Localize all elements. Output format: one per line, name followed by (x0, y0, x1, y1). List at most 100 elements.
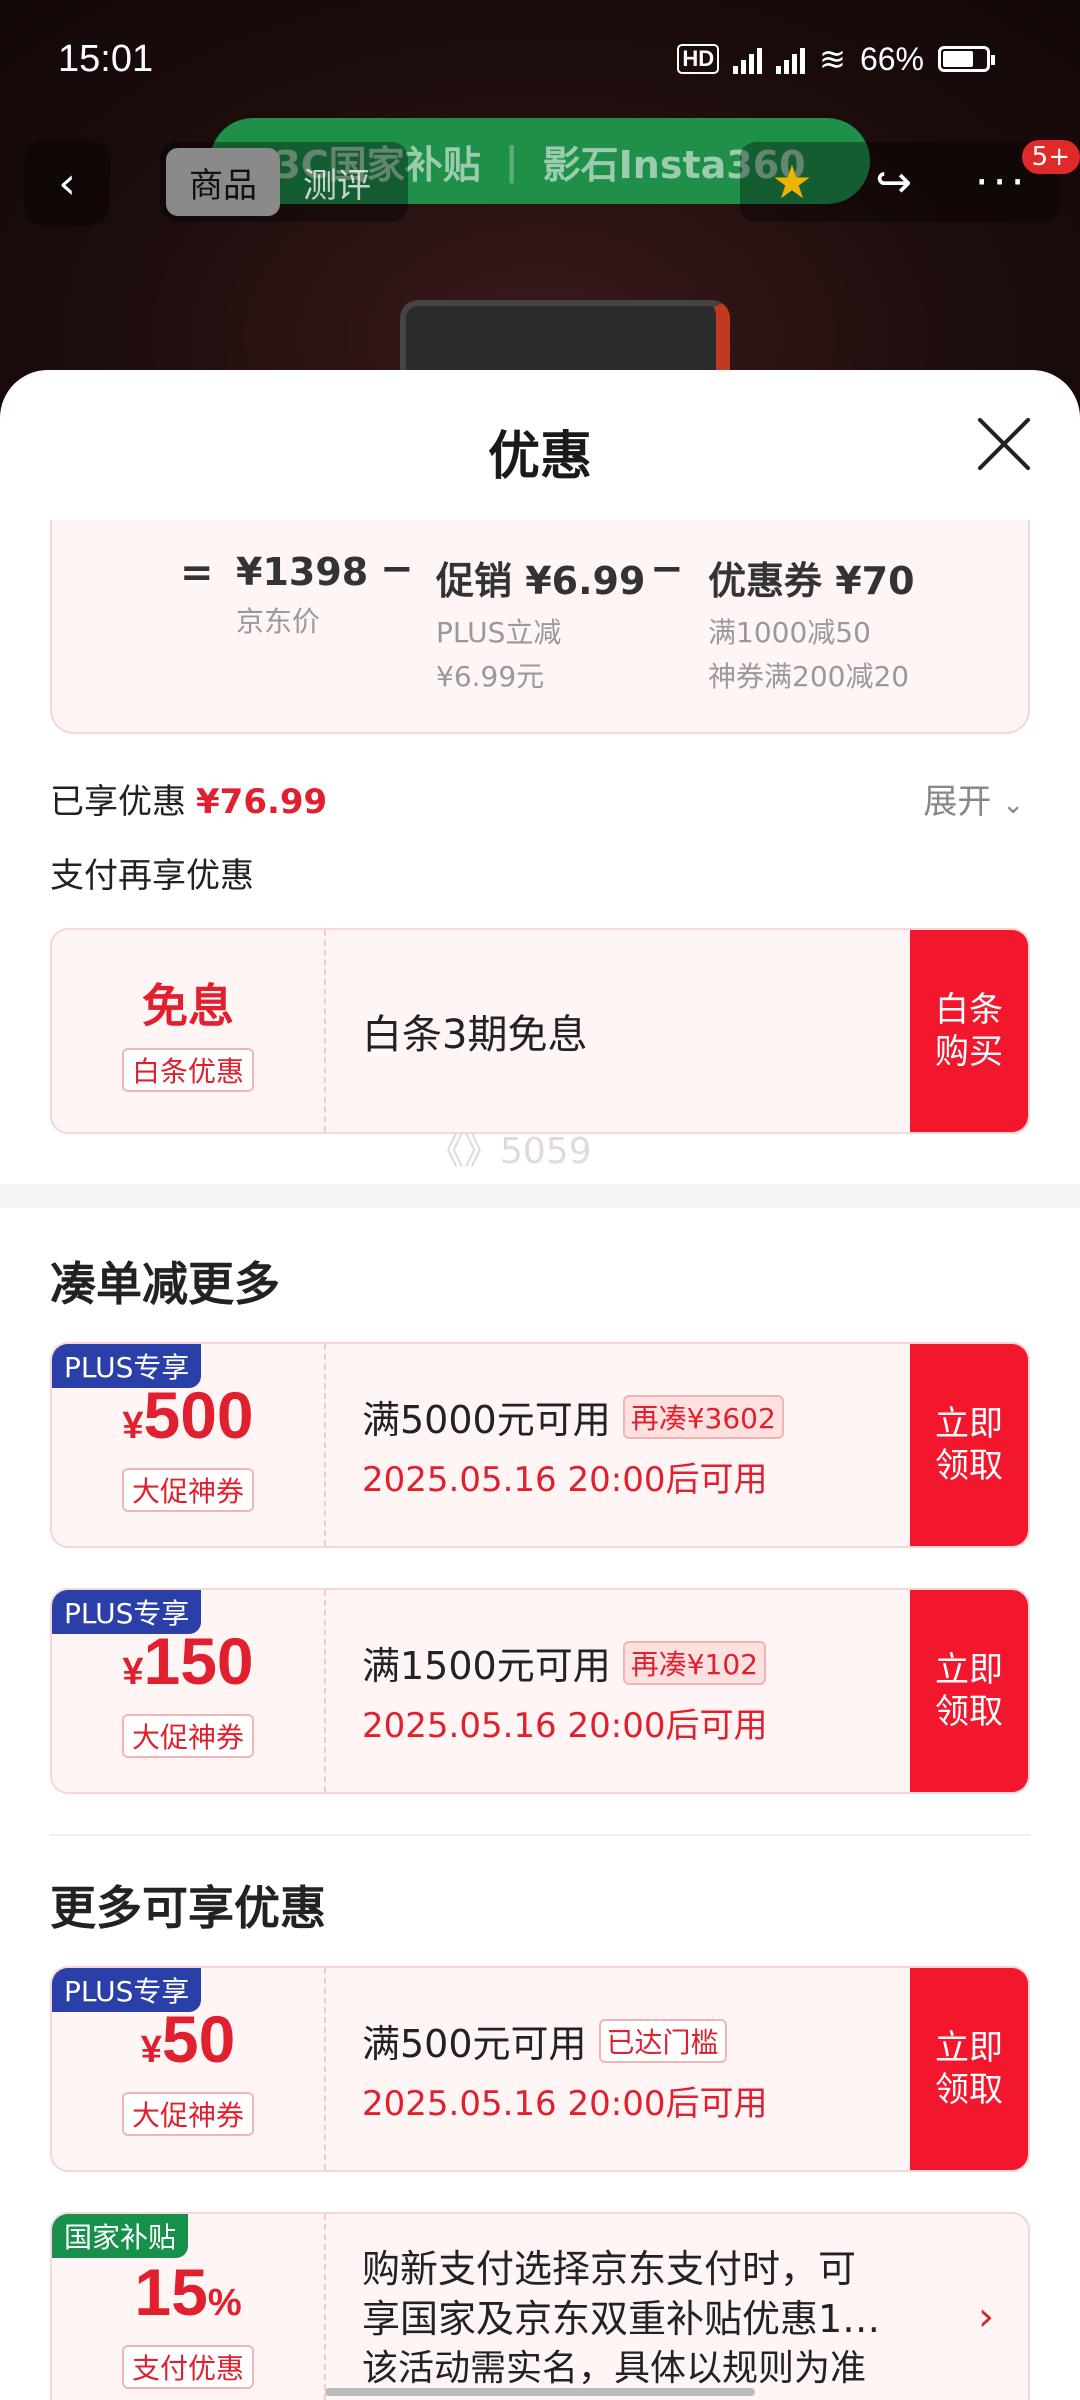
coupon-value: 150 (143, 1623, 254, 1698)
calc-promo-label: PLUS立减 (436, 616, 562, 649)
coupon-tag: 大促神券 (121, 1713, 254, 1758)
coupon-tag: 大促神券 (121, 2091, 254, 2136)
coupon-value: 500 (143, 1377, 254, 1452)
claim-button[interactable]: 立即领取 (910, 1344, 1028, 1546)
subsidy-line-2: 享国家及京东双重补贴优惠1… (362, 2297, 881, 2341)
coupon-left: ¥50 大促神券 (52, 1968, 326, 2170)
status-bar: 15:01 HD ≋ 66% (0, 0, 1080, 120)
subsidy-sub-tag: 支付优惠 (121, 2344, 254, 2389)
coupon-condition: 满500元可用 已达门槛 (362, 2013, 902, 2068)
subsidy-line-3: 该活动需实名，具体以规则为准 (362, 2348, 867, 2389)
coupon-time: 2025.05.16 20:00后可用 (362, 2084, 768, 2124)
page-tabs: 商品 测评 (160, 142, 408, 222)
calc-price-value: ¥1398 (236, 550, 369, 594)
subsidy-percent: % (207, 2281, 242, 2324)
baitiao-buy-label: 白条购买 (935, 990, 1003, 1072)
baitiao-left: 免息 白条优惠 (52, 930, 326, 1132)
top-actions: ★ ↪ ··· (740, 142, 1060, 222)
claim-button[interactable]: 立即领取 (910, 1590, 1028, 1792)
baitiao-card: 免息 白条优惠 白条3期免息 白条购买 (50, 928, 1030, 1134)
coupon-middle: 满500元可用 已达门槛 2025.05.16 20:00后可用 (362, 1968, 902, 2170)
baitiao-buy-button[interactable]: 白条购买 (910, 930, 1028, 1132)
section-title-available: 更多可享优惠 (50, 1881, 326, 1935)
watermark: 《》5059 (428, 1131, 592, 1172)
chevron-down-icon: ⌄ (1002, 790, 1024, 820)
back-button[interactable]: ‹ (24, 140, 110, 226)
signal-icon (733, 44, 763, 74)
tab-review[interactable]: 测评 (280, 148, 394, 216)
share-icon[interactable]: ↪ (875, 157, 912, 208)
baitiao-main: 免息 (142, 979, 234, 1033)
expand-label: 展开 (923, 782, 992, 822)
coupon-card: PLUS专享 ¥50 大促神券 满500元可用 已达门槛 2025.05.16 2… (50, 1966, 1030, 2172)
signal-icon-2 (776, 44, 806, 74)
coupon-cond-text: 满500元可用 (362, 2022, 587, 2066)
subsidy-middle: 购新支付选择京东支付时，可 享国家及京东双重补贴优惠1… 该活动需实名，具体以规… (362, 2214, 962, 2400)
coupon-cond-text: 满5000元可用 (362, 1398, 611, 1442)
more-icon[interactable]: ··· (975, 157, 1029, 208)
baitiao-tag: 白条优惠 (121, 1048, 254, 1092)
coupon-extra-badge: 已达门槛 (598, 2018, 727, 2063)
coupon-currency: ¥ (122, 1404, 144, 1447)
section-title-more: 凑单减更多 (50, 1257, 280, 1311)
enjoyed-discount: 已享优惠 ¥76.99 (50, 774, 327, 823)
coupon-amount: ¥50 (141, 2003, 236, 2086)
subsidy-line-1: 购新支付选择京东支付时，可 (362, 2247, 857, 2291)
calc-coupon-label-2: 神券满200减20 (708, 660, 910, 693)
coupon-middle: 满5000元可用 再凑¥3602 2025.05.16 20:00后可用 (362, 1344, 902, 1546)
coupon-currency: ¥ (122, 1650, 144, 1693)
battery-percent: 66% (859, 40, 924, 77)
enjoyed-amount: ¥76.99 (196, 782, 328, 822)
status-time: 15:01 (58, 38, 154, 80)
expand-button[interactable]: 展开 ⌄ (923, 774, 1024, 823)
coupon-card: PLUS专享 ¥500 大促神券 满5000元可用 再凑¥3602 2025.05… (50, 1342, 1030, 1548)
claim-button[interactable]: 立即领取 (910, 1968, 1028, 2170)
status-icons: HD ≋ 66% (677, 40, 995, 78)
coupon-middle: 满1500元可用 再凑¥102 2025.05.16 20:00后可用 (362, 1590, 902, 1792)
coupon-time: 2025.05.16 20:00后可用 (362, 1706, 768, 1746)
claim-label: 立即领取 (935, 1404, 1003, 1486)
calc-coupon: 优惠券 ¥70 满1000减50 神券满200减20 (708, 550, 915, 699)
calc-coupon-label: 满1000减50 (708, 616, 871, 649)
message-badge: 5+ (1021, 140, 1080, 174)
coupon-amount: ¥500 (122, 1379, 253, 1462)
minus-sign: − (380, 546, 414, 592)
subsidy-value: 15 (134, 2254, 208, 2329)
calc-promo-label-2: ¥6.99元 (436, 660, 545, 693)
coupon-time: 2025.05.16 20:00后可用 (362, 1460, 768, 1500)
coupon-cond-text: 满1500元可用 (362, 1644, 611, 1688)
star-icon[interactable]: ★ (771, 155, 812, 209)
close-icon[interactable] (974, 414, 1034, 474)
claim-label: 立即领取 (935, 1650, 1003, 1732)
banner-divider: | (504, 139, 519, 183)
calc-price: ¥1398 京东价 (236, 550, 368, 644)
baitiao-middle: 白条3期免息 (362, 930, 902, 1132)
baitiao-desc: 白条3期免息 (362, 1012, 588, 1058)
coupon-extra-badge: 再凑¥3602 (622, 1394, 784, 1439)
calc-promo-value: 促销 ¥6.99 (436, 559, 646, 603)
hd-icon: HD (677, 44, 720, 74)
calc-promo: 促销 ¥6.99 PLUS立减 ¥6.99元 (436, 550, 645, 699)
calc-price-label: 京东价 (236, 605, 321, 638)
coupon-card: PLUS专享 ¥150 大促神券 满1500元可用 再凑¥102 2025.05.… (50, 1588, 1030, 1794)
subsidy-left: 15% 支付优惠 (52, 2214, 326, 2400)
coupon-left: ¥150 大促神券 (52, 1590, 326, 1792)
subsidy-card[interactable]: 国家补贴 15% 支付优惠 购新支付选择京东支付时，可 享国家及京东双重补贴优惠… (50, 2212, 1030, 2400)
claim-label: 立即领取 (935, 2028, 1003, 2110)
section-divider (0, 1184, 1080, 1208)
coupon-left: ¥500 大促神券 (52, 1344, 326, 1546)
discount-sheet: 优惠 = ¥1398 京东价 − 促销 ¥6.99 PLUS立减 ¥6.99元 … (0, 370, 1080, 2400)
equals-sign: = (180, 550, 214, 596)
divider (50, 1834, 1030, 1836)
coupon-value: 50 (161, 2001, 236, 2076)
enjoyed-label: 已享优惠 (50, 782, 186, 822)
subsidy-amount: 15% (134, 2256, 241, 2339)
coupon-condition: 满5000元可用 再凑¥3602 (362, 1389, 902, 1444)
coupon-tag: 大促神券 (121, 1467, 254, 1512)
calc-coupon-value: 优惠券 ¥70 (708, 559, 915, 603)
chevron-left-icon: ‹ (58, 157, 76, 209)
coupon-condition: 满1500元可用 再凑¥102 (362, 1635, 902, 1690)
chevron-right-icon: › (978, 2294, 994, 2340)
home-indicator (325, 2388, 755, 2396)
tab-product[interactable]: 商品 (166, 148, 280, 216)
